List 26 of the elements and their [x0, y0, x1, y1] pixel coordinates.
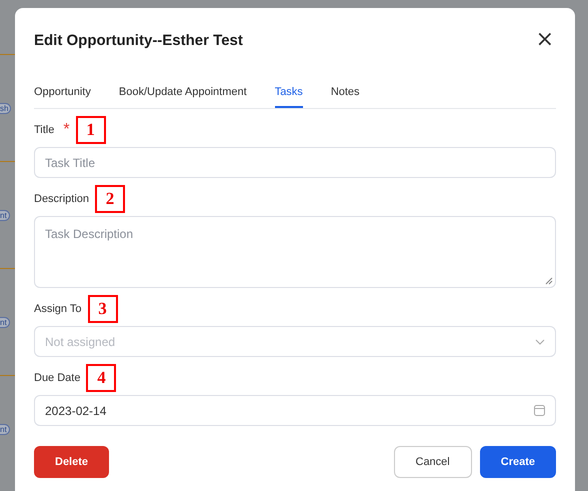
field-label: Description	[34, 193, 90, 205]
delete-button[interactable]: Delete	[34, 446, 110, 478]
tab[interactable]: Book/Update Appointment	[118, 82, 247, 108]
tab[interactable]: Notes	[330, 82, 360, 108]
tab[interactable]: Tasks	[274, 82, 303, 108]
field-label: Due Date	[34, 372, 80, 384]
date-input[interactable]: 2023-02-14	[34, 395, 556, 426]
status-tag: nt	[0, 210, 10, 220]
status-tag: nt	[0, 316, 10, 328]
field-label: Assign To	[34, 303, 82, 315]
annotation-number: 3	[88, 295, 118, 323]
close-button[interactable]: ×	[534, 29, 556, 51]
field-label: Title	[34, 124, 54, 136]
resize-grip-icon[interactable]	[545, 277, 553, 285]
tab[interactable]: Opportunity	[34, 82, 91, 108]
annotation-number: 4	[86, 364, 116, 392]
annotation-number: 2	[95, 185, 126, 213]
chevron-down-icon	[535, 338, 545, 344]
annotation-number: 1	[76, 116, 106, 144]
required-mark: *	[63, 121, 70, 139]
status-tag: sh	[0, 102, 12, 114]
status-tag: nt	[0, 424, 10, 434]
dialog-title: Edit Opportunity--Esther Test	[34, 32, 243, 48]
create-button[interactable]: Create	[480, 446, 556, 478]
calendar-icon	[534, 405, 545, 416]
cancel-button[interactable]: Cancel	[394, 446, 472, 478]
